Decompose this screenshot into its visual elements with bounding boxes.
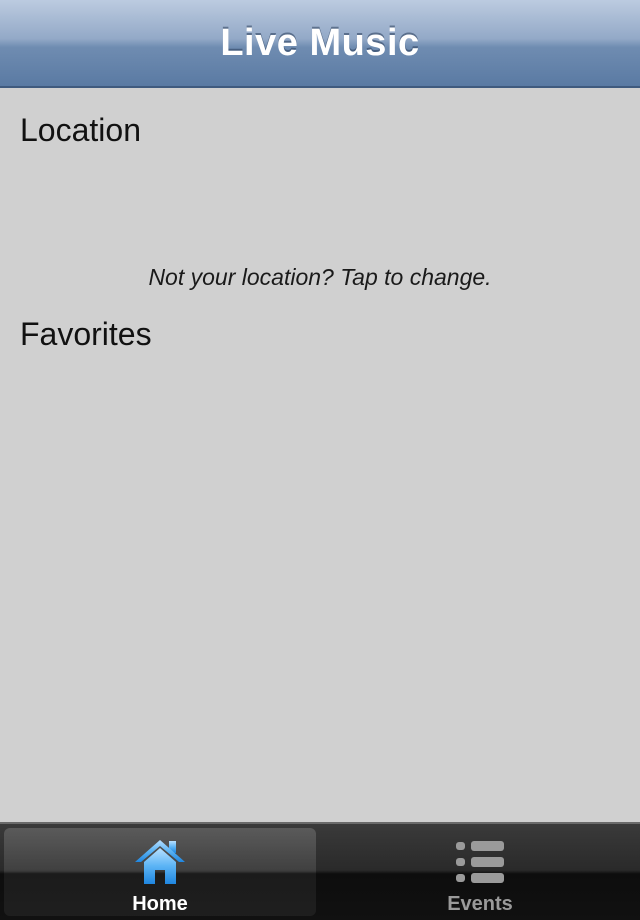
main-content: Location Not your location? Tap to chang… <box>0 88 640 822</box>
app-screen: Live Music Location Not your location? T… <box>0 0 640 920</box>
tab-events[interactable]: Events <box>320 824 640 920</box>
home-icon <box>135 840 185 884</box>
tab-home[interactable]: Home <box>0 824 320 920</box>
page-title: Live Music <box>220 21 420 64</box>
tab-bar: Home Events <box>0 822 640 920</box>
list-icon <box>456 841 504 883</box>
navigation-bar: Live Music <box>0 0 640 88</box>
tab-home-label: Home <box>132 893 188 915</box>
location-heading: Location <box>20 112 141 148</box>
tab-events-label: Events <box>447 893 513 915</box>
change-location-link[interactable]: Not your location? Tap to change. <box>0 264 640 291</box>
favorites-heading: Favorites <box>20 316 152 352</box>
